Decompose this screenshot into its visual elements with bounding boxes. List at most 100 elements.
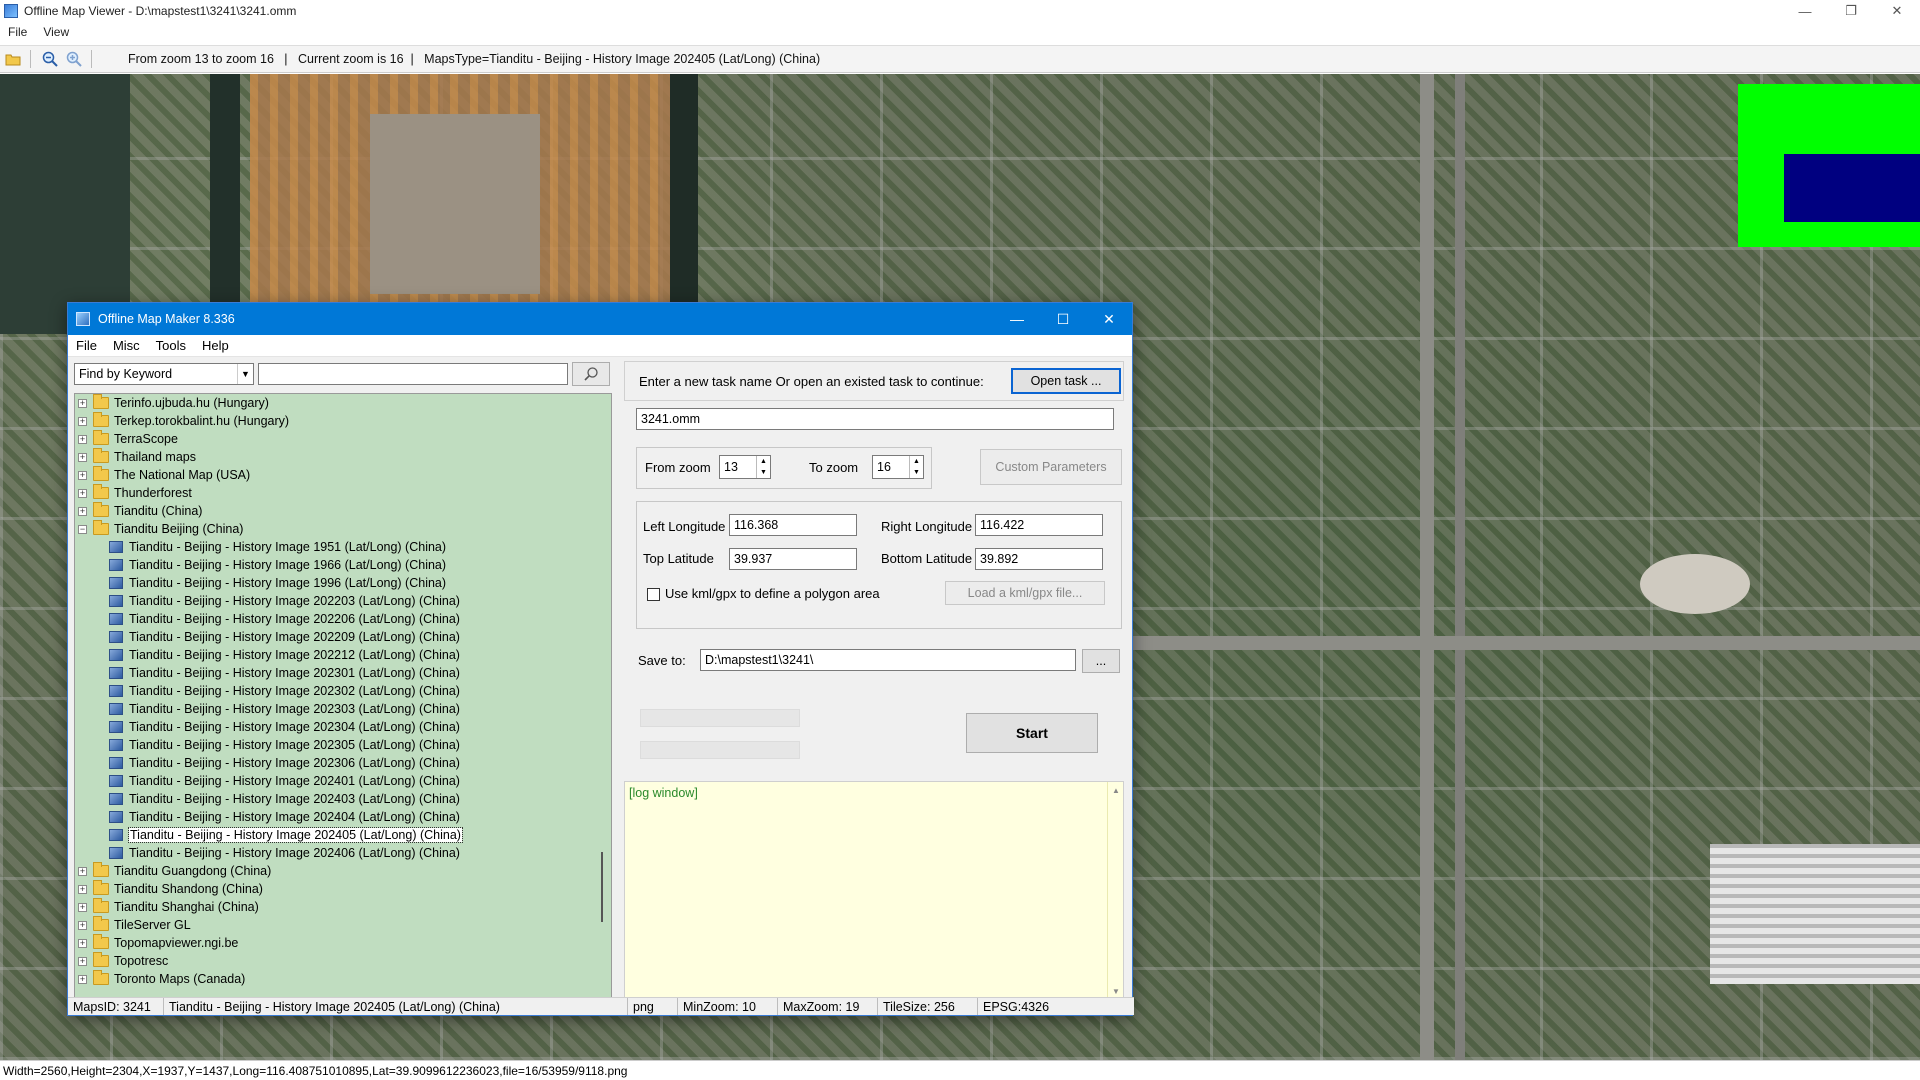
spin-up-icon[interactable]: ▲ (910, 456, 923, 467)
zoom-out-icon[interactable] (39, 48, 61, 70)
from-zoom-stepper[interactable]: 13 ▲ ▼ (719, 455, 771, 479)
expand-icon[interactable]: + (78, 398, 87, 408)
tree-item[interactable]: Tianditu - Beijing - History Image 20240… (75, 790, 611, 808)
start-button[interactable]: Start (966, 713, 1098, 753)
zoom-group: From zoom 13 ▲ ▼ To zoom 16 ▲ ▼ (636, 447, 932, 489)
scroll-up-icon[interactable]: ▲ (1112, 786, 1120, 795)
expand-icon[interactable]: + (78, 488, 87, 498)
tree-group[interactable]: + Topomapviewer.ngi.be (75, 934, 611, 952)
find-button[interactable] (572, 362, 610, 386)
task-name-field[interactable] (636, 408, 1114, 430)
tree-item[interactable]: Tianditu - Beijing - History Image 20220… (75, 592, 611, 610)
tree-item[interactable]: Tianditu - Beijing - History Image 1966 … (75, 556, 611, 574)
toolbar-separator (91, 50, 92, 68)
log-window[interactable]: [log window] ▲ ▼ (624, 781, 1124, 1001)
tree-group[interactable]: + Topotresc (75, 952, 611, 970)
tree-group[interactable]: + Tianditu Shandong (China) (75, 880, 611, 898)
log-scrollbar[interactable]: ▲ ▼ (1107, 782, 1123, 1000)
tree-scrollbar-thumb[interactable] (601, 852, 603, 922)
log-text: [log window] (629, 786, 698, 800)
dialog-maximize-button[interactable]: ☐ (1040, 303, 1086, 335)
tree-group[interactable]: + Tianditu Shanghai (China) (75, 898, 611, 916)
right-longitude-field[interactable] (975, 514, 1103, 536)
open-task-button[interactable]: Open task ... (1011, 368, 1121, 394)
tree-group[interactable]: + Terinfo.ujbuda.hu (Hungary) (75, 394, 611, 412)
close-button[interactable]: ✕ (1874, 0, 1920, 22)
expand-icon[interactable]: + (78, 902, 87, 912)
top-latitude-field[interactable] (729, 548, 857, 570)
zoom-in-icon[interactable] (63, 48, 85, 70)
tree-group[interactable]: + The National Map (USA) (75, 466, 611, 484)
tree-item[interactable]: Tianditu - Beijing - History Image 20240… (75, 808, 611, 826)
expand-icon[interactable]: + (78, 470, 87, 480)
tree-item-label: Tianditu - Beijing - History Image 20230… (129, 666, 460, 680)
expand-icon[interactable]: + (78, 974, 87, 984)
expand-icon[interactable]: + (78, 956, 87, 966)
expand-icon[interactable]: + (78, 938, 87, 948)
tree-item[interactable]: Tianditu - Beijing - History Image 1996 … (75, 574, 611, 592)
tree-item-selected[interactable]: Tianditu - Beijing - History Image 20240… (75, 826, 611, 844)
tree-scrollbar[interactable] (595, 394, 611, 998)
open-folder-icon[interactable] (2, 48, 24, 70)
load-kml-button[interactable]: Load a kml/gpx file... (945, 581, 1105, 605)
bottom-latitude-field[interactable] (975, 548, 1103, 570)
expand-icon[interactable]: + (78, 416, 87, 426)
dialog-minimize-button[interactable]: — (994, 303, 1040, 335)
tree-item[interactable]: Tianditu - Beijing - History Image 20230… (75, 700, 611, 718)
dialog-menu-file[interactable]: File (68, 338, 105, 353)
tree-group[interactable]: − Tianditu Beijing (China) (75, 520, 611, 538)
spin-up-icon[interactable]: ▲ (757, 456, 770, 467)
tree-group[interactable]: + Terkep.torokbalint.hu (Hungary) (75, 412, 611, 430)
tree-group[interactable]: + TerraScope (75, 430, 611, 448)
overview-viewport-rect[interactable] (1784, 154, 1920, 222)
tree-group[interactable]: + Tianditu (China) (75, 502, 611, 520)
maps-tree[interactable]: + Terinfo.ujbuda.hu (Hungary) + Terkep.toro… (74, 393, 612, 999)
tree-item[interactable]: Tianditu - Beijing - History Image 20220… (75, 628, 611, 646)
tree-item[interactable]: Tianditu - Beijing - History Image 20230… (75, 754, 611, 772)
browse-button[interactable]: ... (1082, 649, 1120, 673)
collapse-icon[interactable]: − (78, 524, 87, 534)
tree-group[interactable]: + Tianditu Guangdong (China) (75, 862, 611, 880)
minimize-button[interactable]: — (1782, 0, 1828, 22)
left-longitude-field[interactable] (729, 514, 857, 536)
tree-item[interactable]: Tianditu - Beijing - History Image 1951 … (75, 538, 611, 556)
to-zoom-stepper[interactable]: 16 ▲ ▼ (872, 455, 924, 479)
find-mode-select[interactable]: Find by Keyword ▼ (74, 363, 254, 385)
use-kml-checkbox[interactable] (647, 588, 660, 601)
tree-item[interactable]: Tianditu - Beijing - History Image 20230… (75, 664, 611, 682)
scroll-down-icon[interactable]: ▼ (1112, 987, 1120, 996)
save-path-field[interactable] (700, 649, 1076, 671)
spin-down-icon[interactable]: ▼ (757, 467, 770, 478)
map-railway-station (1710, 844, 1920, 984)
restore-button[interactable]: ❐ (1828, 0, 1874, 22)
tree-item[interactable]: Tianditu - Beijing - History Image 20230… (75, 682, 611, 700)
spin-down-icon[interactable]: ▼ (910, 467, 923, 478)
tree-item[interactable]: Tianditu - Beijing - History Image 20220… (75, 610, 611, 628)
tree-item-label: Tianditu - Beijing - History Image 20240… (128, 827, 463, 843)
chevron-down-icon[interactable]: ▼ (237, 364, 253, 384)
find-input[interactable] (258, 363, 568, 385)
tree-item[interactable]: Tianditu - Beijing - History Image 20240… (75, 772, 611, 790)
expand-icon[interactable]: + (78, 920, 87, 930)
expand-icon[interactable]: + (78, 452, 87, 462)
tree-group[interactable]: + TileServer GL (75, 916, 611, 934)
dialog-menu-misc[interactable]: Misc (105, 338, 148, 353)
custom-parameters-button[interactable]: Custom Parameters (980, 449, 1122, 485)
expand-icon[interactable]: + (78, 506, 87, 516)
menu-view[interactable]: View (35, 25, 77, 39)
tree-item[interactable]: Tianditu - Beijing - History Image 20240… (75, 844, 611, 862)
tree-item[interactable]: Tianditu - Beijing - History Image 20221… (75, 646, 611, 664)
expand-icon[interactable]: + (78, 884, 87, 894)
tree-item[interactable]: Tianditu - Beijing - History Image 20230… (75, 736, 611, 754)
expand-icon[interactable]: + (78, 434, 87, 444)
tree-group[interactable]: + Thailand maps (75, 448, 611, 466)
tree-item-label: Tianditu - Beijing - History Image 1996 … (129, 576, 447, 590)
tree-group[interactable]: + Thunderforest (75, 484, 611, 502)
dialog-menu-tools[interactable]: Tools (148, 338, 194, 353)
tree-group[interactable]: + Toronto Maps (Canada) (75, 970, 611, 988)
menu-file[interactable]: File (0, 25, 35, 39)
tree-item[interactable]: Tianditu - Beijing - History Image 20230… (75, 718, 611, 736)
dialog-menu-help[interactable]: Help (194, 338, 237, 353)
expand-icon[interactable]: + (78, 866, 87, 876)
dialog-close-button[interactable]: ✕ (1086, 303, 1132, 335)
